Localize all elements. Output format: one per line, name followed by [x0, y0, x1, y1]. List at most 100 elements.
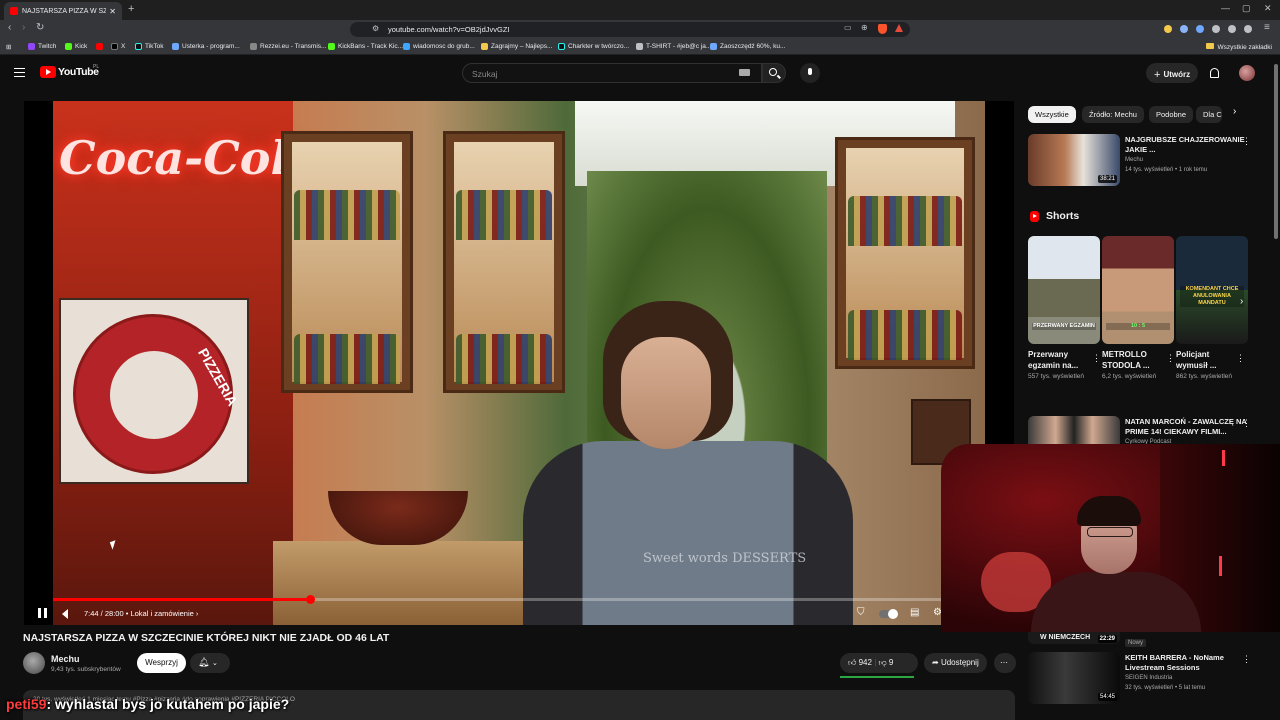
screen-icon[interactable]: ▭ [844, 23, 852, 32]
bookmark-wiadomosc[interactable]: wiadomosc do grub... [403, 43, 475, 50]
bookmark-twitch[interactable]: Twitch [28, 43, 56, 50]
video-channel[interactable]: SEIGEN Industria [1125, 675, 1172, 681]
zoom-icon[interactable]: ⊕ [861, 23, 868, 32]
short-thumbnail[interactable]: KOMENDANT CHCE ANULOWANIA MANDATU [1176, 236, 1248, 344]
more-actions-button[interactable]: ⋯ [994, 653, 1016, 673]
new-tab-icon[interactable]: + [128, 3, 134, 15]
browser-tab[interactable]: NAJSTARSZA PIZZA W SZCZE ✕ [4, 2, 122, 20]
video-title[interactable]: KEITH BARRERA - NoName Livestream Sessio… [1125, 653, 1250, 673]
video-thumbnail[interactable]: 54:45 [1028, 652, 1120, 704]
more-vertical-icon[interactable]: ⋮ [1242, 654, 1251, 665]
video-title[interactable]: NAJGRUBSZE CHAJZEROWANIE JAKIE ... [1125, 135, 1250, 155]
more-vertical-icon[interactable]: ⋮ [1242, 418, 1251, 429]
search-button[interactable] [762, 63, 786, 83]
menu-icon[interactable] [14, 68, 25, 77]
bookmark-kickbans[interactable]: KickBans - Track Kic... [328, 43, 403, 50]
video-title[interactable]: NATAN MARCOŃ - ZAWALCZĘ NA PRIME 14! CIE… [1125, 417, 1250, 437]
minimize-icon[interactable]: — [1221, 3, 1230, 13]
account-avatar[interactable] [1239, 65, 1255, 81]
video-frame[interactable]: Coca-Cola PIZZERIA Sweet words DESSERTS [53, 101, 985, 625]
short-thumbnail[interactable]: PRZERWANY EGZAMIN [1028, 236, 1100, 344]
like-button[interactable]: 👍︎ 942 [848, 658, 872, 667]
short-title[interactable]: METROLLO STODOLA ... [1102, 349, 1162, 371]
create-button[interactable]: + Utwórz [1146, 63, 1198, 83]
apps-grid-icon[interactable]: ⊞ [6, 43, 11, 51]
chip-source-channel[interactable]: Źródło: Mechu [1082, 106, 1144, 123]
channel-name[interactable]: Mechu [51, 654, 80, 664]
time-display: 7:44 / 28:00 • Lokal i zamówienie › [80, 606, 202, 621]
maximize-icon[interactable]: ▢ [1242, 3, 1251, 14]
channel-avatar[interactable] [23, 652, 45, 674]
bookmark-charkter[interactable]: Charkter w twórczo... [558, 43, 629, 50]
forward-icon[interactable]: › [22, 22, 25, 33]
short-title[interactable]: Policjant wymusił ... [1176, 349, 1236, 371]
more-vertical-icon[interactable]: ⋮ [1092, 353, 1101, 364]
bookmark-youtube[interactable] [96, 43, 106, 50]
bookmark-kick[interactable]: Kick [65, 43, 87, 50]
video-player[interactable]: Coca-Cola PIZZERIA Sweet words DESSERTS … [24, 101, 1014, 625]
chip-related[interactable]: Podobne [1149, 106, 1194, 123]
notifications-bell-icon[interactable] [1210, 68, 1219, 78]
voice-search-button[interactable] [800, 63, 820, 83]
dislike-button[interactable]: 👎︎ 9 [879, 658, 894, 667]
volume-icon[interactable] [62, 609, 68, 619]
bookmark-zaoszczedz[interactable]: Zaoszczędź 60%, ku... [710, 43, 785, 50]
video-channel[interactable]: Mechu [1125, 157, 1143, 163]
keyboard-icon[interactable] [739, 69, 750, 76]
video-thumbnail[interactable]: W NIEMCZECH 22:29 [1028, 632, 1120, 644]
short-title[interactable]: Przerwany egzamin na... [1028, 349, 1088, 371]
all-bookmarks[interactable]: Wszystkie zakładki [1206, 43, 1272, 51]
share-button[interactable]: ➦ Udostępnij [924, 653, 987, 673]
pause-icon[interactable] [38, 608, 47, 618]
more-vertical-icon[interactable]: ⋮ [1242, 136, 1251, 147]
bookmark-tshirt[interactable]: T-SHIRT - #jeb@c ja... [636, 43, 711, 50]
chip-all[interactable]: Wszystkie [1028, 106, 1076, 123]
sponsor-shield-icon[interactable]: ⛉ [857, 607, 865, 618]
close-tab-icon[interactable]: ✕ [109, 7, 116, 16]
sidebar-icon[interactable] [1228, 25, 1236, 33]
video-thumbnail[interactable]: 38:21 [1028, 134, 1120, 186]
short-item[interactable]: KOMENDANT CHCE ANULOWANIA MANDATU Policj… [1176, 236, 1248, 381]
reload-icon[interactable]: ↻ [36, 22, 44, 33]
bookmark-tiktok[interactable]: TikTok [135, 43, 164, 50]
subtitles-icon[interactable]: ▤ [910, 607, 919, 618]
youtube-logo[interactable]: YouTube [40, 66, 99, 78]
wallet-icon[interactable] [1244, 25, 1252, 33]
brave-rewards-icon[interactable] [895, 24, 903, 32]
extensions-menu-icon[interactable] [1212, 25, 1220, 33]
search-input[interactable]: Szukaj [462, 63, 762, 83]
autoplay-toggle[interactable] [879, 609, 898, 619]
chapter-button[interactable]: • Lokal i zamówienie › [126, 609, 199, 618]
extension-icon[interactable] [1196, 25, 1204, 33]
recommended-video[interactable]: 38:21 NAJGRUBSZE CHAJZEROWANIE JAKIE ...… [1028, 134, 1268, 188]
short-item[interactable]: PRZERWANY EGZAMIN Przerwany egzamin na..… [1028, 236, 1101, 381]
bookmark-x[interactable]: X [111, 43, 125, 50]
progress-bar[interactable] [53, 595, 985, 604]
chip-for-you[interactable]: Dla C [1196, 106, 1222, 123]
short-item[interactable]: 10 : 5 METROLLO STODOLA ... 6,2 tys. wyś… [1102, 236, 1175, 381]
address-bar[interactable]: ⚙ youtube.com/watch?v=OB2jdJvvGZI [350, 22, 910, 37]
more-vertical-icon[interactable]: ⋮ [1236, 353, 1245, 364]
more-vertical-icon[interactable]: ⋮ [1166, 353, 1175, 364]
site-info-icon[interactable]: ⚙ [372, 24, 379, 33]
recommended-video[interactable]: 54:45 KEITH BARRERA - NoName Livestream … [1028, 652, 1268, 706]
bookmark-rezzei[interactable]: Rezzei.eu - Transmis... [250, 43, 326, 50]
back-icon[interactable]: ‹ [8, 22, 11, 33]
brave-shield-icon[interactable] [878, 24, 887, 34]
browser-menu-icon[interactable]: ≡ [1264, 22, 1270, 33]
close-window-icon[interactable]: ✕ [1264, 3, 1272, 14]
bookmark-label: KickBans - Track Kic... [338, 43, 404, 50]
chevron-right-icon[interactable]: › [1233, 106, 1236, 117]
page-scrollbar[interactable] [1274, 64, 1278, 239]
bookmark-usterka[interactable]: Usterka - program... [172, 43, 240, 50]
shorts-next-icon[interactable]: › [1240, 296, 1243, 307]
subscription-bell-button[interactable]: 🔔︎ ⌄ [190, 653, 230, 673]
more-horizontal-icon: ⋯ [1000, 658, 1008, 667]
extension-icon[interactable] [1164, 25, 1172, 33]
join-button[interactable]: Wesprzyj [137, 653, 186, 673]
recommended-video-partial[interactable]: W NIEMCZECH 22:29 [1028, 632, 1268, 646]
bookmark-zagrajmy[interactable]: Zagrajmy – Najleps... [481, 43, 552, 50]
extension-icon[interactable] [1180, 25, 1188, 33]
short-thumbnail[interactable]: 10 : 5 [1102, 236, 1174, 344]
bookmark-label: Usterka - program... [182, 43, 240, 50]
